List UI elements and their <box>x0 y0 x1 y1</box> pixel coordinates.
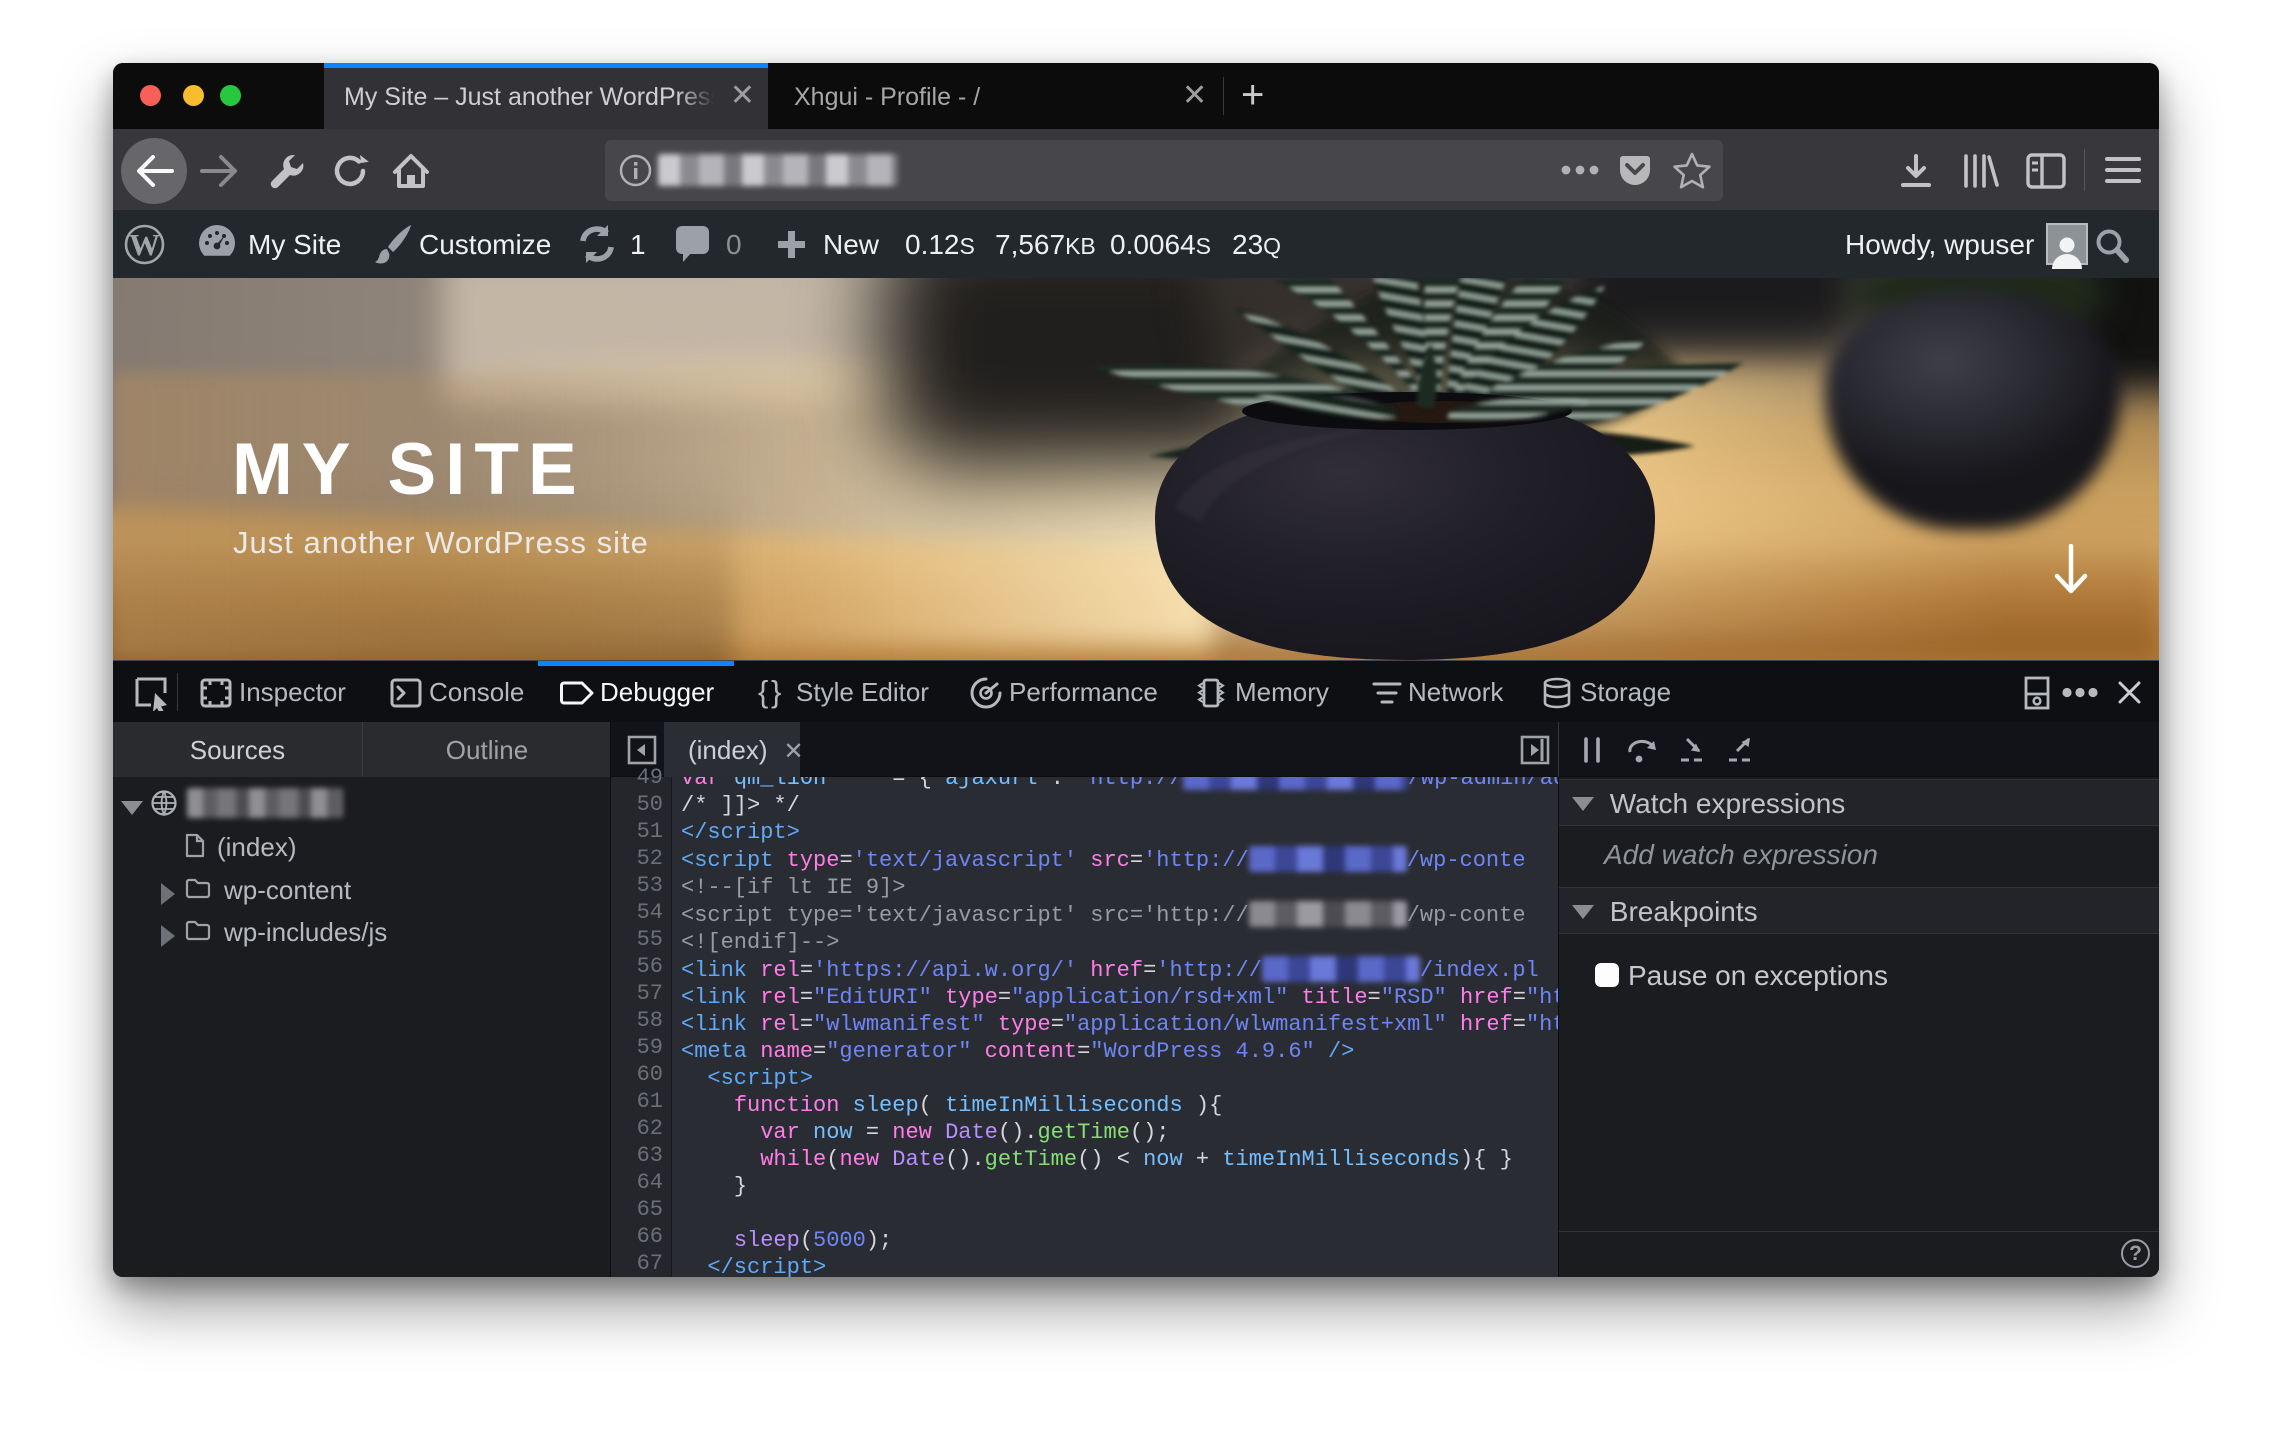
svg-text:W: W <box>129 227 160 262</box>
